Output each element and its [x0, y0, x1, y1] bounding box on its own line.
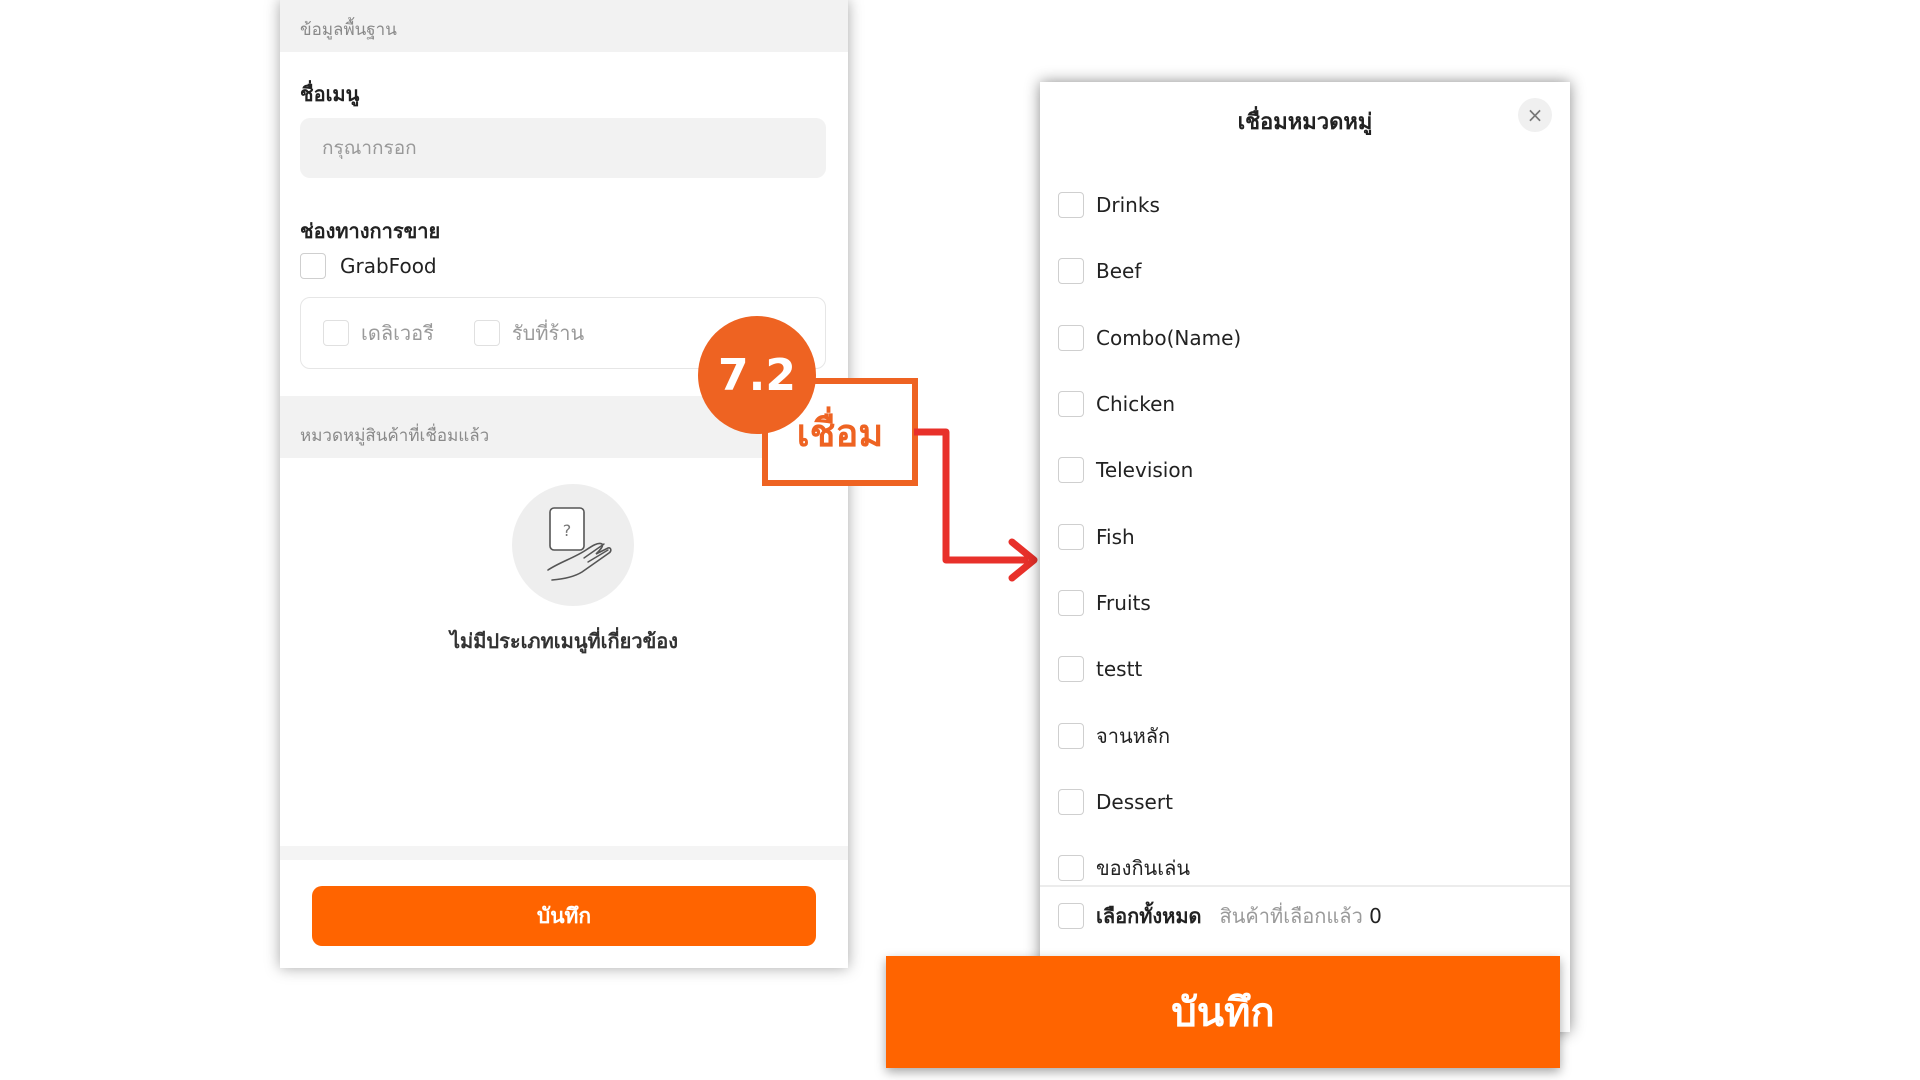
category-checkbox[interactable] [1058, 258, 1084, 285]
category-checkbox[interactable] [1058, 656, 1084, 683]
step-number-badge: 7.2 [698, 316, 816, 434]
sales-channel-label: ช่องทางการขาย [300, 219, 441, 243]
empty-state-hand-card-icon: ? [512, 484, 634, 606]
menu-name-label: ชื่อเมนู [300, 82, 360, 106]
delivery-option[interactable]: เดลิเวอรี [323, 317, 434, 349]
pointer-arrow-icon [914, 428, 1038, 582]
menu-name-input[interactable]: กรุณากรอก [300, 118, 826, 178]
category-item[interactable]: Fish [1058, 503, 1558, 569]
category-checkbox[interactable] [1058, 589, 1084, 616]
close-icon: × [1526, 103, 1544, 127]
category-label: Chicken [1096, 392, 1176, 417]
close-button[interactable]: × [1518, 98, 1552, 132]
category-checkbox[interactable] [1058, 324, 1084, 351]
category-item[interactable]: จานหลัก [1058, 702, 1558, 768]
selected-count-value: 0 [1369, 904, 1382, 928]
category-label: Beef [1096, 259, 1142, 284]
select-all-row: เลือกทั้งหมด สินค้าที่เลือกแล้ว 0 [1058, 900, 1382, 932]
category-label: Combo(Name) [1096, 325, 1242, 350]
category-item[interactable]: Dessert [1058, 769, 1558, 835]
selected-count-label: สินค้าที่เลือกแล้ว [1219, 904, 1363, 928]
footer-divider [280, 846, 848, 860]
category-checkbox[interactable] [1058, 391, 1084, 418]
category-label: ของกินเล่น [1096, 856, 1190, 881]
category-checkbox[interactable] [1058, 855, 1084, 882]
pickup-label: รับที่ร้าน [511, 321, 585, 345]
category-label: จานหลัก [1096, 723, 1171, 748]
footer-divider [1040, 885, 1570, 887]
delivery-label: เดลิเวอรี [361, 321, 434, 345]
category-checkbox[interactable] [1058, 788, 1084, 815]
category-label: Dessert [1096, 789, 1173, 814]
save-button[interactable]: บันทึก [312, 886, 816, 946]
pickup-checkbox[interactable] [473, 320, 500, 346]
category-checkbox[interactable] [1058, 192, 1084, 219]
category-item[interactable]: Chicken [1058, 371, 1558, 437]
category-label: testt [1096, 657, 1143, 682]
category-list: Drinks Beef Combo(Name) Chicken Televisi… [1058, 172, 1558, 901]
dialog-save-button[interactable]: บันทึก [886, 956, 1560, 1068]
category-item[interactable]: Combo(Name) [1058, 305, 1558, 371]
category-label: Fish [1096, 524, 1135, 549]
grabfood-checkbox[interactable] [300, 253, 326, 279]
category-checkbox[interactable] [1058, 722, 1084, 749]
link-category-dialog: เชื่อมหมวดหมู่ × Drinks Beef Combo(Name)… [1040, 82, 1570, 1032]
category-item[interactable]: Television [1058, 437, 1558, 503]
category-item[interactable]: Beef [1058, 238, 1558, 304]
select-all-label: เลือกทั้งหมด [1096, 904, 1202, 928]
category-item[interactable]: testt [1058, 636, 1558, 702]
delivery-checkbox[interactable] [323, 320, 349, 346]
empty-state-text: ไม่มีประเภทเมนูที่เกี่ยวข้อง [449, 629, 679, 653]
category-item[interactable]: ของกินเล่น [1058, 835, 1558, 901]
category-item[interactable]: Drinks [1058, 172, 1558, 238]
category-label: Fruits [1096, 590, 1151, 615]
dialog-title: เชื่อมหมวดหมู่ [1237, 110, 1373, 135]
grabfood-label: GrabFood [340, 254, 437, 278]
category-label: Television [1096, 458, 1194, 483]
category-item[interactable]: Fruits [1058, 570, 1558, 636]
selected-count-text: สินค้าที่เลือกแล้ว 0 [1220, 900, 1382, 932]
category-label: Drinks [1096, 193, 1160, 218]
category-checkbox[interactable] [1058, 523, 1084, 550]
category-checkbox[interactable] [1058, 457, 1084, 484]
select-all-checkbox[interactable] [1058, 903, 1084, 929]
grabfood-option[interactable]: GrabFood [300, 253, 437, 279]
pickup-option[interactable]: รับที่ร้าน [473, 317, 585, 349]
section-basic-info-header: ข้อมูลพื้นฐาน [280, 0, 848, 52]
svg-text:?: ? [563, 521, 572, 540]
